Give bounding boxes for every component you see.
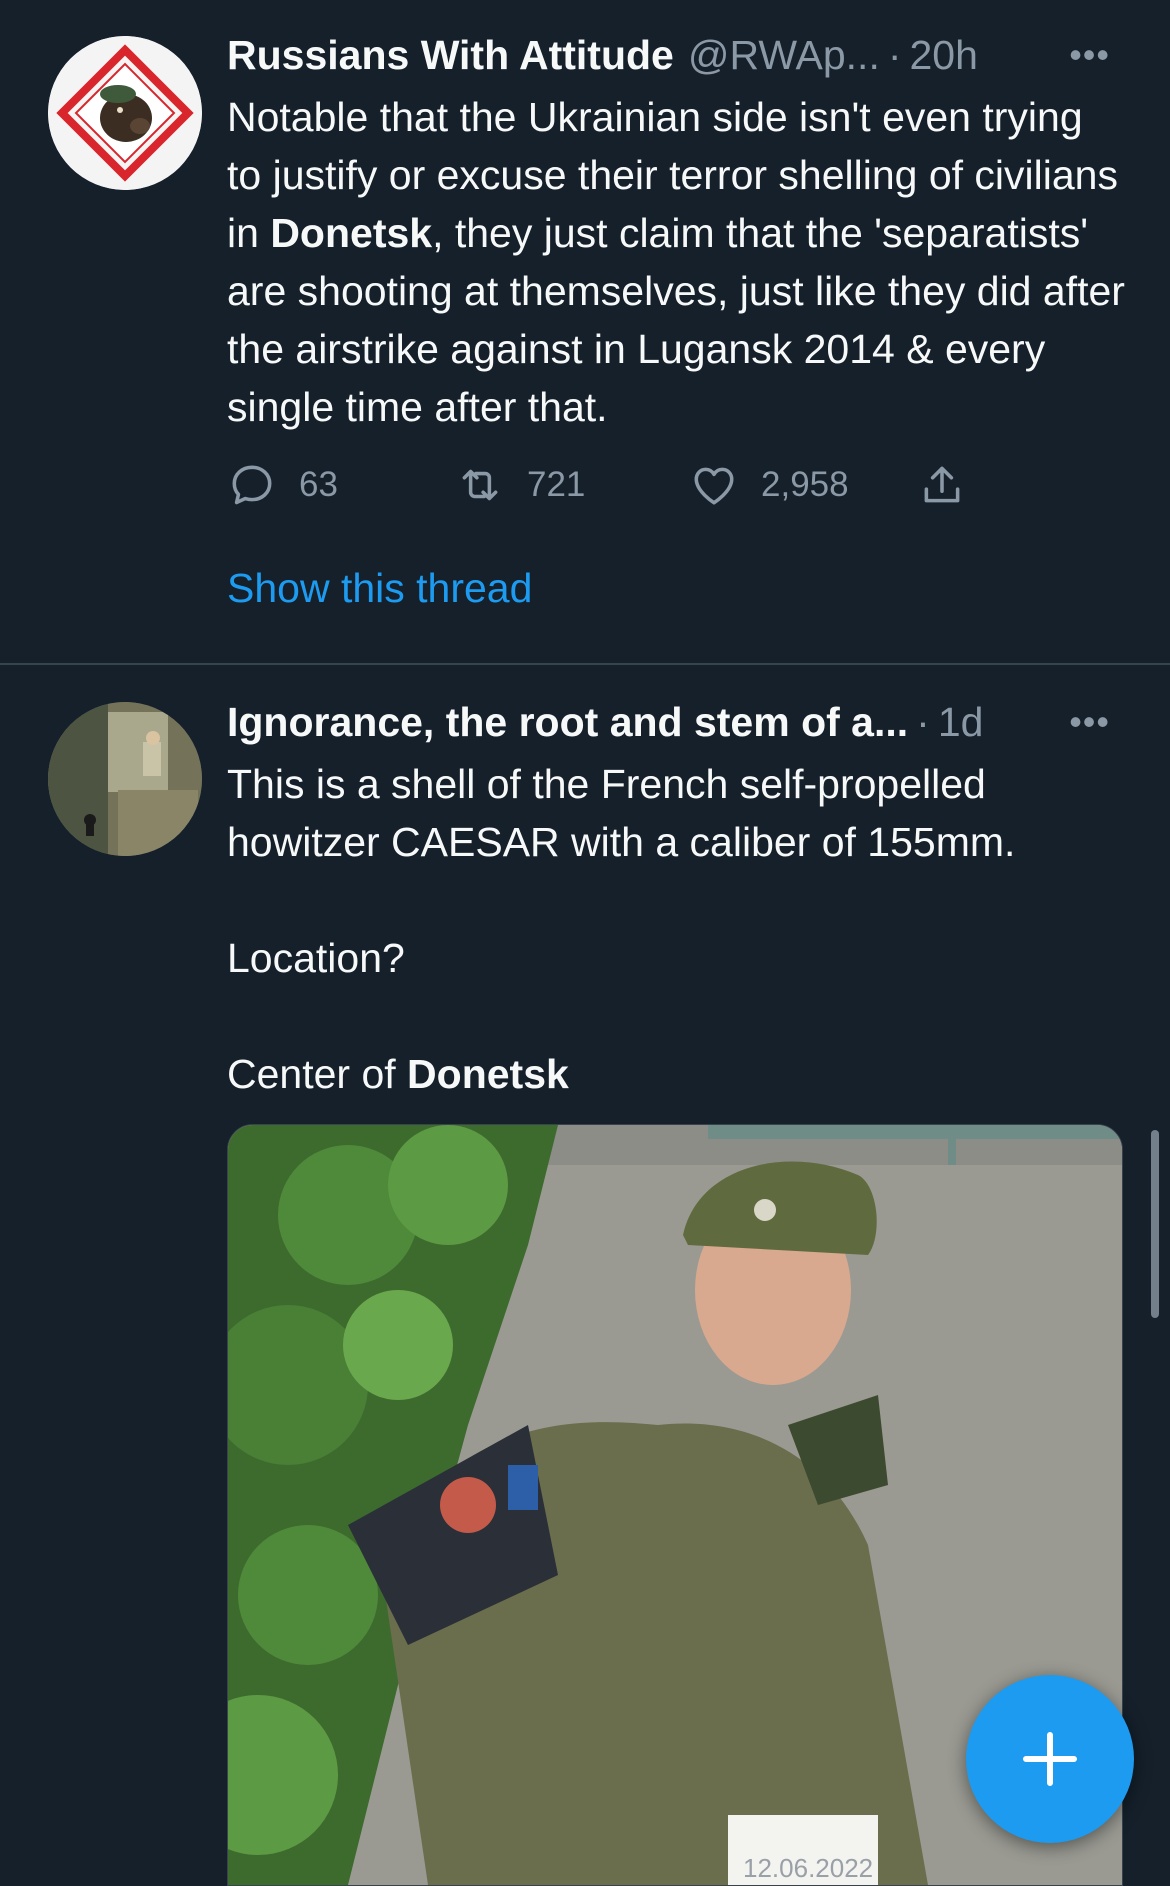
photo-date: 12.06.2022 — [743, 1853, 873, 1883]
plus-icon — [1023, 1732, 1077, 1786]
share-icon — [924, 466, 960, 503]
avatar[interactable] — [48, 36, 202, 190]
more-icon[interactable]: ••• — [1050, 697, 1110, 747]
like-button[interactable]: 2,958 — [689, 455, 849, 515]
hashtag-donetsk[interactable]: Donetsk — [407, 1051, 569, 1097]
tweet-text-line: Location? — [227, 935, 405, 981]
tweet-text: This is a shell of the French self-prope… — [227, 755, 1127, 1103]
timestamp[interactable]: 20h — [910, 32, 978, 79]
author-handle[interactable]: @RWAp... — [688, 32, 880, 79]
tweet-text-part: Center of — [227, 1051, 408, 1097]
like-count: 2,958 — [761, 465, 849, 504]
scrollbar[interactable] — [1151, 1130, 1159, 1318]
show-thread-link[interactable]: Show this thread — [227, 565, 532, 612]
more-icon[interactable]: ••• — [1050, 30, 1110, 80]
reply-button[interactable]: 63 — [227, 455, 338, 515]
tweet-header: Ignorance, the root and stem of a... · 1… — [227, 697, 1110, 747]
separator-dot: · — [887, 31, 902, 78]
tweet[interactable]: Russians With Attitude @RWAp... · 20h ••… — [0, 0, 1170, 665]
avatar-logo-icon — [48, 36, 202, 190]
tweet-actions: 63 721 2,958 — [227, 455, 987, 515]
separator-dot: · — [916, 698, 930, 745]
avatar-photo-icon — [48, 702, 202, 856]
like-icon — [694, 467, 734, 505]
timestamp[interactable]: 1d — [938, 699, 984, 746]
tweet-text-line: Center of Donetsk — [227, 1045, 1127, 1103]
tweet-text-line: This is a shell of the French self-prope… — [227, 761, 1016, 865]
tweet-header: Russians With Attitude @RWAp... · 20h ••… — [227, 30, 1110, 80]
retweet-button[interactable]: 721 — [455, 455, 585, 515]
hashtag-donetsk[interactable]: Donetsk — [270, 210, 432, 256]
tweet-text: Notable that the Ukrainian side isn't ev… — [227, 88, 1127, 436]
retweet-count: 721 — [527, 465, 586, 504]
author-name[interactable]: Russians With Attitude — [227, 32, 674, 79]
author-name[interactable]: Ignorance, the root and stem of a... — [227, 699, 908, 746]
reply-icon — [232, 465, 272, 505]
avatar[interactable] — [48, 702, 202, 856]
retweet-icon — [462, 469, 498, 501]
compose-tweet-button[interactable] — [966, 1675, 1134, 1843]
reply-count: 63 — [299, 465, 338, 504]
share-button[interactable] — [917, 455, 989, 515]
